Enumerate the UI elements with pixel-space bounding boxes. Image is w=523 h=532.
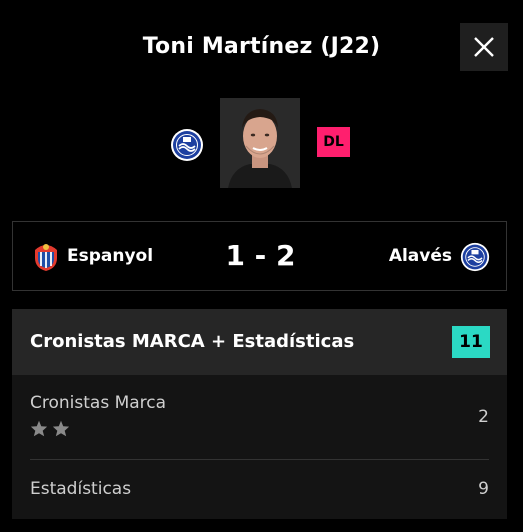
total-points-badge: 11 [452, 326, 490, 358]
away-team-name: Alavés [388, 246, 452, 266]
row-value-cronistas: 2 [478, 407, 489, 427]
player-photo [220, 98, 300, 188]
close-button[interactable] [460, 23, 508, 71]
panel-title: Cronistas MARCA + Estadísticas [30, 331, 355, 352]
player-title: Toni Martínez (J22) [142, 34, 381, 59]
row-label-estadisticas: Estadísticas [30, 479, 132, 499]
panel-header: Cronistas MARCA + Estadísticas 11 [12, 309, 507, 375]
close-icon [474, 37, 494, 57]
row-label-cronistas: Cronistas Marca [30, 393, 167, 413]
row-value-estadisticas: 9 [478, 479, 489, 499]
star-icon [52, 420, 70, 437]
alaves-crest-icon [460, 242, 490, 272]
position-badge: DL [317, 127, 350, 157]
rating-stars [30, 420, 70, 437]
match-result: Espanyol 1 - 2 Alavés [12, 221, 507, 291]
row-divider [30, 459, 489, 460]
alaves-crest-icon [171, 129, 203, 161]
points-breakdown-panel: Cronistas MARCA + Estadísticas 11 Cronis… [12, 309, 507, 519]
star-icon [30, 420, 48, 437]
